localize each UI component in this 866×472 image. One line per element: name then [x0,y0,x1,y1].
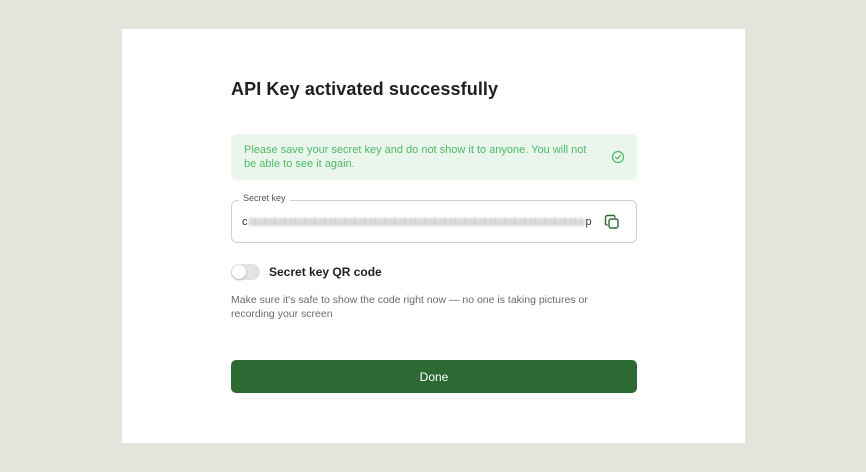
qr-code-toggle-row: Secret key QR code [231,263,382,281]
secret-key-field[interactable]: Secret key c p [231,193,637,243]
toggle-knob [232,265,246,279]
check-circle-icon [611,150,625,164]
api-key-dialog: API Key activated successfully Please sa… [122,29,745,443]
secret-key-masked [248,218,585,226]
qr-code-toggle[interactable] [231,264,260,280]
secret-key-prefix: c [242,216,248,228]
done-button[interactable]: Done [231,360,637,393]
secret-key-label: Secret key [239,193,290,203]
secret-key-value[interactable]: c p [242,214,592,230]
secret-key-suffix: p [585,216,592,228]
dialog-title: API Key activated successfully [231,79,499,99]
copy-icon[interactable] [604,214,620,230]
qr-code-toggle-label: Secret key QR code [269,265,382,279]
success-notice: Please save your secret key and do not s… [231,134,637,180]
notice-text: Please save your secret key and do not s… [244,144,587,170]
safety-hint: Make sure it's safe to show the code rig… [231,294,588,320]
